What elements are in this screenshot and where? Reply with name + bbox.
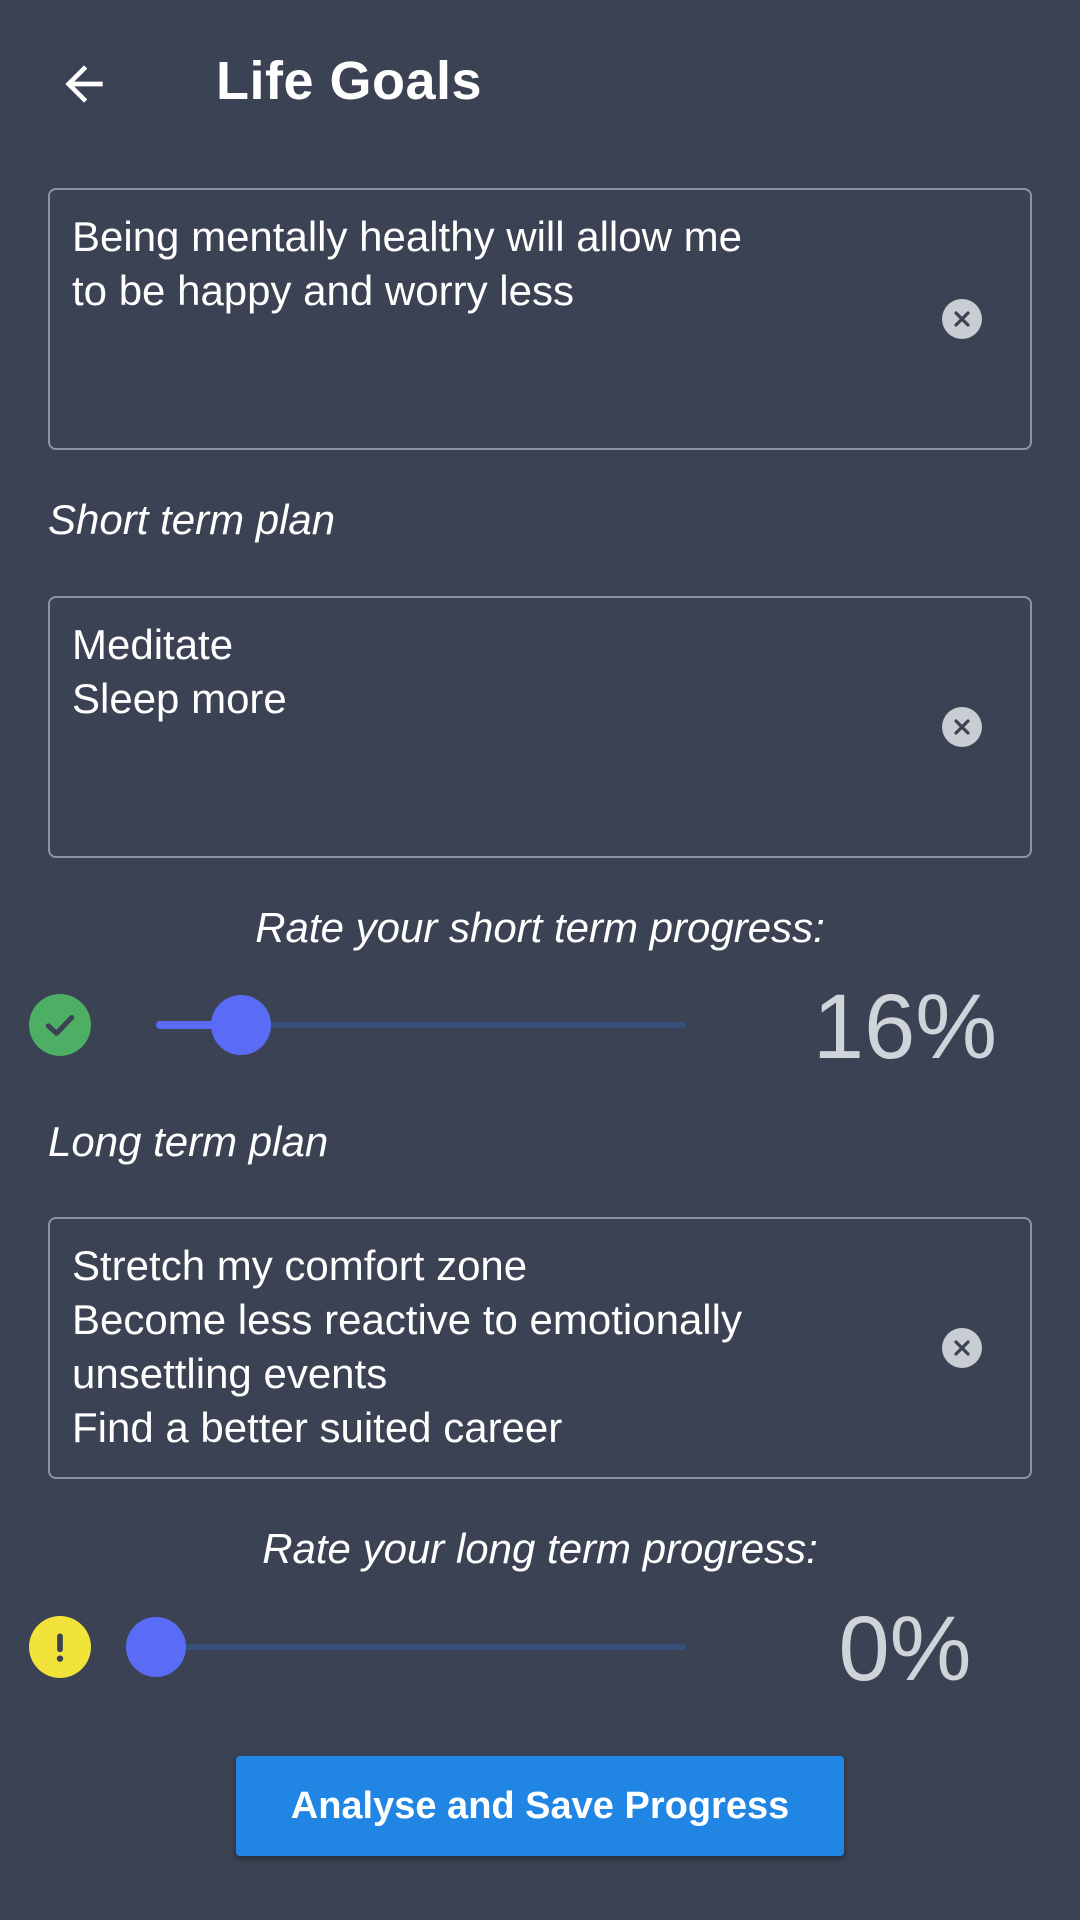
slider-thumb[interactable]: [126, 1617, 186, 1677]
long-term-plan-text: Stretch my comfort zone Become less reac…: [72, 1242, 742, 1451]
long-term-progress-slider[interactable]: [126, 1617, 686, 1677]
long-term-plan-field[interactable]: Stretch my comfort zone Become less reac…: [48, 1217, 1032, 1479]
clear-circle-icon: [954, 311, 970, 327]
clear-long-term-button[interactable]: [942, 1328, 982, 1368]
motivation-field[interactable]: Being mentally healthy will allow me to …: [48, 188, 1032, 450]
long-term-progress-value: 0%: [838, 1598, 972, 1700]
short-term-progress-value: 16%: [812, 976, 998, 1078]
motivation-text: Being mentally healthy will allow me to …: [72, 213, 742, 314]
short-term-label: Short term plan: [48, 496, 336, 543]
back-button[interactable]: [40, 40, 128, 128]
app-bar: Life Goals: [0, 0, 1080, 170]
long-term-label: Long term plan: [48, 1118, 329, 1165]
slider-track: [156, 1644, 686, 1650]
short-term-plan-text: Meditate Sleep more: [72, 621, 287, 722]
page-title: Life Goals: [216, 51, 483, 111]
long-term-status: [29, 1616, 91, 1678]
clear-motivation-button[interactable]: [942, 299, 982, 339]
arrow-left-icon: [65, 65, 103, 103]
short-term-status: [29, 994, 91, 1056]
slider-thumb[interactable]: [210, 995, 271, 1055]
clear-circle-icon: [954, 719, 970, 735]
clear-short-term-button[interactable]: [942, 707, 982, 747]
short-term-progress-slider[interactable]: [156, 995, 686, 1055]
life-goals-screen: Life Goals Being mentally healthy will a…: [0, 0, 1080, 1920]
long-term-rate-label: Rate your long term progress:: [262, 1525, 818, 1572]
clear-circle-icon: [954, 1340, 970, 1356]
check-circle-icon: [45, 1015, 75, 1036]
short-term-rate-label: Rate your short term progress:: [255, 904, 825, 951]
short-term-plan-field[interactable]: Meditate Sleep more: [48, 596, 1032, 858]
analyse-save-button[interactable]: Analyse and Save Progress: [236, 1756, 844, 1856]
warning-circle-icon: [56, 1633, 64, 1662]
